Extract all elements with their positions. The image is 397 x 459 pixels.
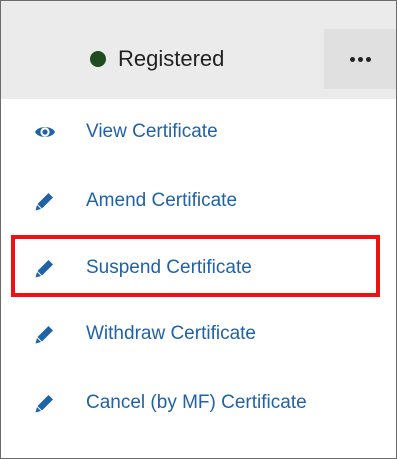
menu-item-label: Cancel (by MF) Certificate — [86, 392, 307, 413]
eye-icon — [34, 121, 56, 143]
more-options-button[interactable] — [324, 29, 396, 89]
pencil-icon — [34, 257, 56, 279]
menu-item-label: Suspend Certificate — [86, 257, 252, 278]
status-indicator: Registered — [90, 39, 224, 79]
pencil-icon — [34, 190, 56, 212]
menu-item-view-certificate[interactable]: View Certificate — [1, 108, 396, 156]
menu-item-label: Withdraw Certificate — [86, 323, 256, 344]
more-horizontal-icon — [348, 56, 372, 62]
menu-item-label: View Certificate — [86, 121, 218, 142]
menu-item-amend-certificate[interactable]: Amend Certificate — [1, 177, 396, 225]
pencil-icon — [34, 323, 56, 345]
menu-item-cancel-certificate[interactable]: Cancel (by MF) Certificate — [1, 379, 396, 427]
menu-item-withdraw-certificate[interactable]: Withdraw Certificate — [1, 310, 396, 358]
pencil-icon — [34, 392, 56, 414]
status-dot-icon — [90, 51, 106, 67]
menu-item-label: Amend Certificate — [86, 190, 238, 211]
dropdown-panel: Registered View Certificate Amend Certif… — [0, 0, 397, 459]
status-label: Registered — [118, 46, 225, 71]
menu-item-suspend-certificate[interactable]: Suspend Certificate — [1, 244, 396, 292]
status-header: Registered — [1, 1, 396, 99]
